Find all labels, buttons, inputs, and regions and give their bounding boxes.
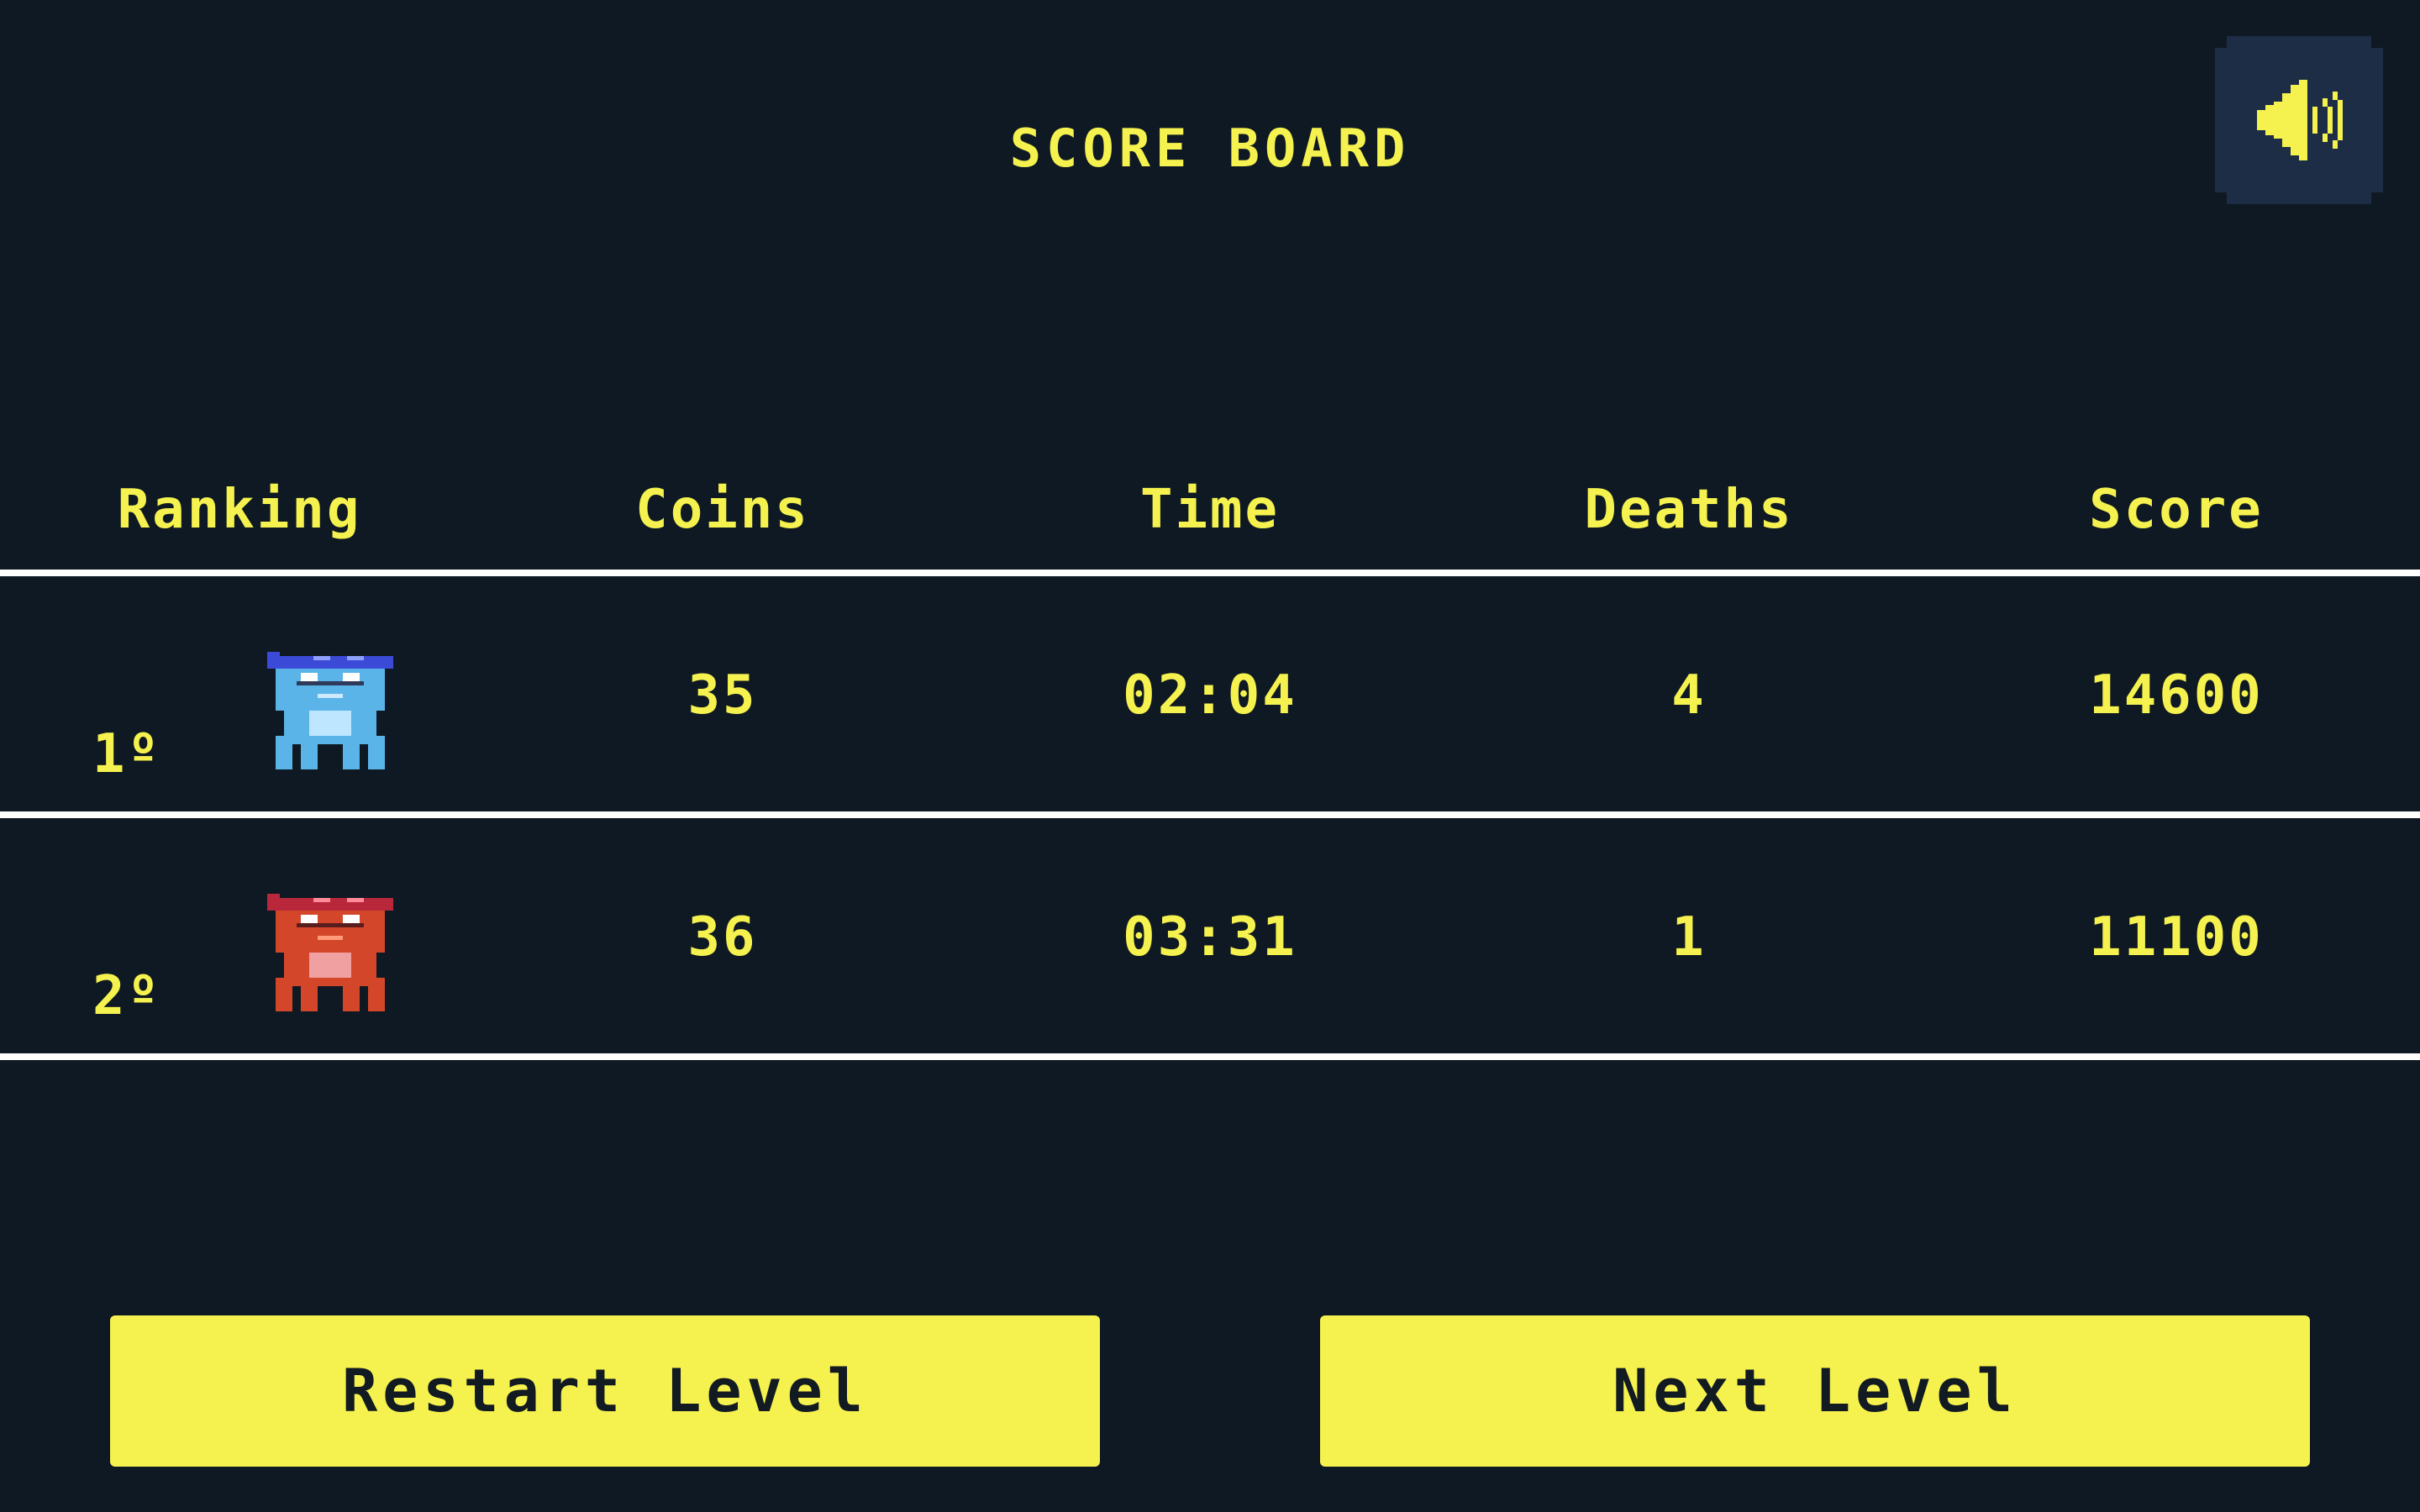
- header-score: Score: [2089, 479, 2264, 541]
- table-row: 1º 35 02:04 4 14600: [0, 576, 2420, 811]
- header-divider: [0, 570, 2420, 576]
- time-value: 02:04: [1123, 664, 1297, 727]
- rank-number: 1º: [92, 723, 161, 785]
- next-level-button[interactable]: Next Level: [1320, 1315, 2310, 1467]
- speaker-icon: [2257, 80, 2343, 160]
- table-row: 2º 36 03:31 1 11100: [0, 818, 2420, 1053]
- score-value: 14600: [2089, 664, 2264, 727]
- header-time: Time: [1139, 479, 1281, 541]
- row-divider: [0, 1053, 2420, 1060]
- red-frog-avatar: [267, 894, 393, 1011]
- page-title: SCORE BOARD: [1009, 118, 1411, 179]
- time-value: 03:31: [1123, 906, 1297, 969]
- coins-value: 35: [687, 664, 758, 727]
- row-divider: [0, 811, 2420, 818]
- header-deaths: Deaths: [1584, 479, 1794, 541]
- header-coins: Coins: [635, 479, 810, 541]
- table-header: Ranking Coins Time Deaths Score: [0, 479, 2420, 546]
- sound-toggle-button[interactable]: [2215, 36, 2383, 204]
- header-ranking: Ranking: [117, 479, 362, 541]
- restart-level-button[interactable]: Restart Level: [110, 1315, 1100, 1467]
- coins-value: 36: [687, 906, 758, 969]
- score-value: 11100: [2089, 906, 2264, 969]
- deaths-value: 1: [1671, 906, 1707, 969]
- blue-frog-avatar: [267, 652, 393, 769]
- deaths-value: 4: [1671, 664, 1707, 727]
- rank-number: 2º: [92, 965, 161, 1027]
